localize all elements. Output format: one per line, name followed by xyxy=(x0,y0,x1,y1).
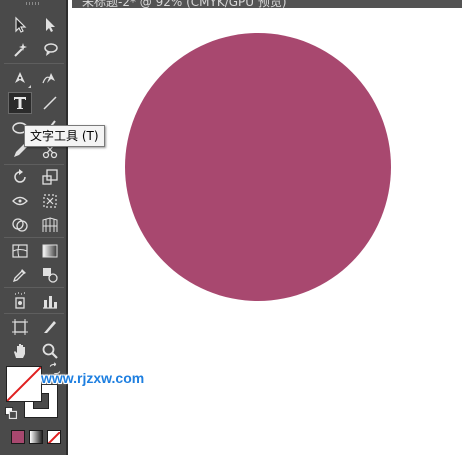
toolbar-divider xyxy=(4,237,64,238)
magic-wand-tool[interactable] xyxy=(8,39,32,61)
perspective-grid-icon xyxy=(42,217,58,232)
line-segment-icon xyxy=(43,96,57,110)
perspective-grid-tool[interactable] xyxy=(38,214,62,236)
blend-tool[interactable] xyxy=(38,264,62,286)
document-title: 未标题-2* @ 92% (CMYK/GPU 预览) xyxy=(82,0,287,8)
mesh-tool[interactable] xyxy=(8,240,32,262)
curvature-pen-icon xyxy=(42,73,55,84)
watermark-text: www.rjzxw.com xyxy=(41,370,145,386)
free-transform-icon xyxy=(43,194,57,208)
gradient-tool[interactable] xyxy=(38,240,62,262)
toolbar-divider xyxy=(4,63,64,64)
selection-tool[interactable] xyxy=(8,14,32,36)
fill-none-swatch[interactable] xyxy=(6,366,42,402)
scale-tool[interactable] xyxy=(38,166,62,188)
symbol-sprayer-icon xyxy=(15,292,25,309)
default-fill-stroke-button[interactable] xyxy=(4,406,18,420)
type-t-icon xyxy=(14,97,26,109)
slice-knife-icon xyxy=(44,321,56,333)
scale-icon xyxy=(42,169,58,185)
selection-arrow-icon xyxy=(15,16,27,33)
artboard-canvas[interactable] xyxy=(72,8,462,455)
direct-selection-tool[interactable] xyxy=(38,14,62,36)
mesh-icon xyxy=(12,244,28,258)
width-tool[interactable] xyxy=(8,190,32,212)
rotate-icon xyxy=(14,169,26,183)
panel-grip[interactable] xyxy=(26,2,40,5)
blend-icon xyxy=(43,268,58,283)
color-mode-swatch[interactable] xyxy=(11,430,25,444)
hand-tool[interactable] xyxy=(8,340,32,362)
tool-flyout-indicator xyxy=(28,85,31,88)
none-slash-icon xyxy=(7,367,41,401)
default-colors-icon xyxy=(5,407,18,420)
toolbar-divider xyxy=(4,164,64,165)
tool-tooltip: 文字工具 (T) xyxy=(24,125,105,147)
free-transform-tool[interactable] xyxy=(38,190,62,212)
document-title-bar: 未标题-2* @ 92% (CMYK/GPU 预览) xyxy=(72,0,462,8)
magnifier-icon xyxy=(42,343,58,359)
lasso-tool[interactable] xyxy=(38,39,62,61)
toolbar-divider xyxy=(4,287,64,288)
none-mode-swatch[interactable] xyxy=(47,430,61,444)
slice-tool[interactable] xyxy=(38,316,62,338)
eyedropper-tool[interactable] xyxy=(8,264,32,286)
rotate-tool[interactable] xyxy=(8,166,32,188)
column-graph-icon xyxy=(43,296,57,309)
lasso-icon xyxy=(44,43,58,56)
column-graph-tool[interactable] xyxy=(38,290,62,312)
gradient-mode-swatch[interactable] xyxy=(29,430,43,444)
hand-icon xyxy=(14,344,25,358)
shape-builder-icon xyxy=(12,218,28,232)
gradient-icon xyxy=(42,244,58,258)
symbol-sprayer-tool[interactable] xyxy=(8,290,32,312)
artboard-tool[interactable] xyxy=(8,316,32,338)
magic-wand-icon xyxy=(14,43,27,57)
direct-selection-arrow-icon xyxy=(46,18,55,32)
none-slash-icon xyxy=(48,431,60,443)
eyedropper-icon xyxy=(12,269,26,283)
pen-nib-icon xyxy=(15,72,25,83)
width-tool-icon xyxy=(12,196,28,206)
zoom-tool[interactable] xyxy=(38,340,62,362)
line-segment-tool[interactable] xyxy=(38,92,62,114)
pen-tool[interactable] xyxy=(8,67,32,89)
artboard-icon xyxy=(12,319,28,335)
curvature-tool[interactable] xyxy=(38,67,62,89)
tools-panel xyxy=(0,0,68,455)
ellipse-shape[interactable] xyxy=(125,33,391,301)
shape-builder-tool[interactable] xyxy=(8,214,32,236)
toolbar-divider xyxy=(4,313,64,314)
type-tool[interactable] xyxy=(8,92,32,114)
